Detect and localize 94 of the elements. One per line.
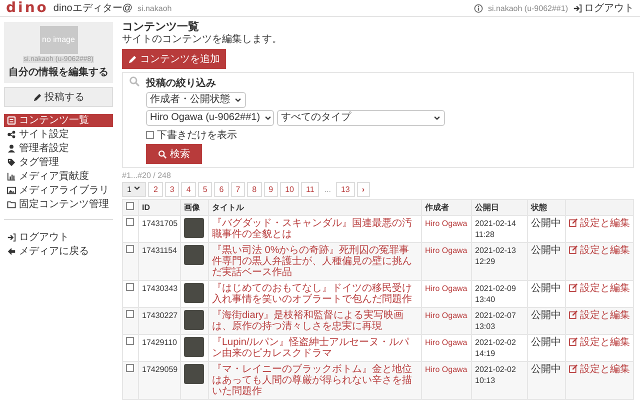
column-header: 公開日	[472, 200, 528, 216]
page-link[interactable]: 13	[336, 182, 355, 197]
page-title: コンテンツ一覧	[122, 21, 200, 34]
edit-icon	[569, 218, 578, 227]
page-select[interactable]: 1	[122, 182, 146, 197]
caret-icon	[433, 114, 441, 122]
table-cell: 2021-02-13 12:29	[472, 242, 528, 280]
column-header: タイトル	[208, 200, 422, 216]
photo-placeholder	[184, 337, 204, 357]
sidebar-item[interactable]: メディアライブラリ	[4, 184, 113, 197]
edit-profile-link[interactable]: 自分の情報を編集する	[8, 65, 108, 79]
site-name: dinoエディター@	[53, 2, 132, 15]
photo-placeholder	[184, 245, 204, 265]
page-link[interactable]: 2	[148, 182, 163, 197]
sidebar-item[interactable]: コンテンツ一覧	[4, 114, 113, 127]
tag-icon	[7, 158, 16, 167]
checkbox-label: 下書きだけを表示	[157, 128, 237, 142]
sidebar-item[interactable]: タグ管理	[4, 156, 113, 169]
next-page-button[interactable]: ›	[356, 182, 370, 197]
logo[interactable]: dino	[6, 0, 48, 16]
back-arrow-icon	[7, 247, 16, 256]
row-checkbox[interactable]	[126, 337, 134, 345]
column-header: ID	[138, 200, 180, 216]
table-cell: 17429059	[138, 362, 180, 400]
add-content-button[interactable]: コンテンツを追加	[122, 49, 226, 69]
result-count: #1...#20 / 248	[122, 170, 172, 181]
row-checkbox[interactable]	[126, 364, 134, 372]
edit-icon	[569, 337, 578, 346]
caret-icon	[264, 114, 272, 122]
page-link[interactable]: 5	[198, 182, 212, 197]
row-checkbox[interactable]	[126, 283, 134, 291]
sign-out-icon	[7, 233, 16, 242]
sidebar-item[interactable]: 管理者設定	[4, 142, 113, 155]
sidebar-item[interactable]: サイト設定	[4, 128, 113, 141]
page-link[interactable]: 3	[164, 182, 180, 197]
table-cell: 公開中	[528, 242, 566, 280]
image-icon	[7, 186, 16, 195]
row-checkbox[interactable]	[126, 218, 134, 226]
person-icon	[7, 144, 16, 153]
edit-icon	[569, 364, 578, 373]
info-icon	[474, 4, 483, 12]
search-icon	[129, 76, 140, 87]
account-name: si.nakaoh (u-9062##1)	[488, 4, 568, 12]
page-link[interactable]: 10	[280, 182, 299, 197]
logout-link[interactable]: ログアウト	[573, 1, 634, 15]
row-checkbox[interactable]	[126, 310, 134, 318]
bar-chart-icon	[7, 172, 16, 181]
page-link[interactable]: 8	[247, 182, 262, 197]
photo-placeholder	[184, 310, 204, 330]
filter-title: 投稿の絞り込み	[146, 76, 216, 90]
column-header: 画像	[180, 200, 208, 216]
page-link[interactable]: 6	[214, 182, 229, 197]
edit-icon	[569, 283, 578, 292]
column-header: 状態	[528, 200, 566, 216]
pencil-icon	[128, 54, 137, 64]
type-select[interactable]: すべてのタイプ	[277, 110, 445, 126]
table-cell: 17430227	[138, 308, 180, 334]
post-button[interactable]: 投稿する	[4, 87, 113, 107]
folder-icon	[7, 200, 16, 209]
sidebar-item[interactable]: メディアに戻る	[4, 245, 113, 258]
edit-icon	[569, 245, 578, 254]
site-user: si.nakaoh	[137, 4, 172, 12]
table-cell: 17431154	[138, 242, 180, 280]
row-checkbox[interactable]	[126, 245, 134, 253]
mode-select[interactable]: 作成者・公開状態	[146, 92, 246, 108]
sidebar-item[interactable]: 固定コンテンツ管理	[4, 198, 113, 211]
table-cell: 2021-02-07 13:03	[472, 308, 528, 334]
sidebar-item[interactable]: メディア貢献度	[4, 170, 113, 183]
sign-out-icon	[573, 4, 582, 12]
photo-placeholder	[184, 364, 204, 384]
table-cell: 2021-02-02 10:13	[472, 362, 528, 400]
page-link[interactable]: 4	[181, 182, 196, 197]
caret-icon	[133, 184, 142, 192]
author-select[interactable]: Hiro Ogawa (u-9062##1)	[146, 110, 274, 126]
table-cell: 公開中	[528, 362, 566, 400]
sidebar-item[interactable]: ログアウト	[4, 231, 113, 244]
search-button[interactable]: 検索	[146, 144, 202, 164]
photo-placeholder	[184, 218, 204, 238]
photo-placeholder	[184, 283, 204, 303]
page-link[interactable]: 7	[230, 182, 246, 197]
select-all-checkbox[interactable]	[126, 202, 134, 210]
edit-icon	[569, 310, 578, 319]
caret-icon	[234, 96, 242, 104]
page-link[interactable]: 11	[300, 182, 320, 197]
list-icon	[7, 116, 16, 125]
pagination-ellipsis: ...	[323, 185, 332, 194]
nodes-icon	[7, 130, 16, 139]
checkbox[interactable]	[146, 131, 154, 139]
page-subtitle: サイトのコンテンツを編集します。	[122, 34, 283, 46]
column-header: 作成者	[422, 200, 472, 216]
page-link[interactable]: 9	[264, 182, 278, 197]
table-cell: 公開中	[528, 308, 566, 334]
search-icon	[158, 150, 167, 158]
pencil-icon	[32, 92, 42, 102]
